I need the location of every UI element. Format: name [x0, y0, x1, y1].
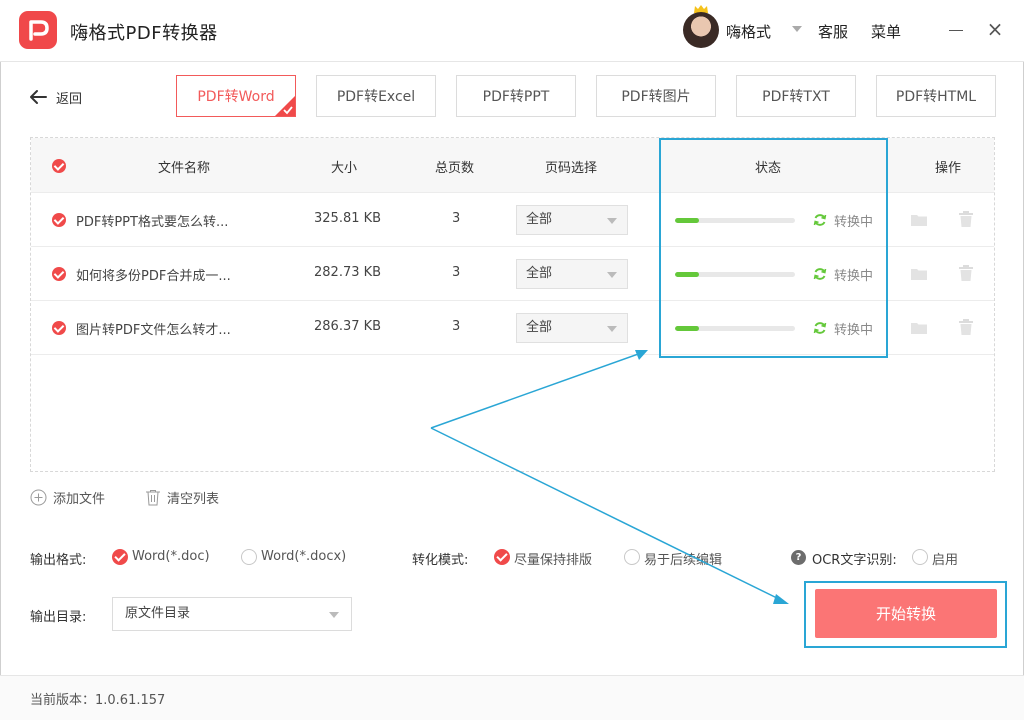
- chevron-down-icon: [607, 326, 617, 332]
- back-button[interactable]: 返回: [28, 86, 82, 108]
- app-logo-icon: [19, 11, 57, 49]
- format-doc-label[interactable]: Word(*.doc): [132, 549, 210, 564]
- file-size: 325.81 KB: [314, 211, 382, 226]
- page-range-value: 全部: [526, 212, 553, 227]
- row-checkbox[interactable]: [52, 213, 66, 227]
- mode-keep-layout-label[interactable]: 尽量保持排版: [514, 549, 592, 568]
- conversion-mode-label: 转化模式:: [412, 553, 469, 568]
- column-header-page-select: 页码选择: [545, 161, 598, 176]
- tab-label: PDF转图片: [621, 89, 691, 105]
- clear-list-label: 清空列表: [167, 492, 220, 507]
- output-format-label: 输出格式:: [30, 553, 87, 568]
- select-all-checkbox[interactable]: [52, 159, 66, 173]
- output-dir-value: 原文件目录: [125, 606, 191, 621]
- chevron-down-icon[interactable]: [792, 26, 802, 32]
- username[interactable]: 嗨格式: [726, 21, 771, 42]
- tab-pdf-to-txt[interactable]: PDF转TXT: [736, 75, 856, 117]
- version-text: 当前版本：1.0.61.157: [30, 693, 166, 708]
- ocr-label: OCR文字识别:: [812, 553, 897, 568]
- check-corner-icon: [275, 96, 295, 116]
- output-dir-label: 输出目录:: [30, 610, 87, 625]
- minimize-button[interactable]: [946, 20, 966, 40]
- folder-icon[interactable]: [910, 319, 928, 337]
- mode-keep-layout-radio[interactable]: [494, 549, 510, 565]
- row-checkbox[interactable]: [52, 267, 66, 281]
- start-convert-button[interactable]: 开始转换: [815, 589, 997, 638]
- title-bar: 嗨格式PDF转换器 嗨格式 客服 菜单 ×: [0, 0, 1024, 62]
- tab-label: PDF转Excel: [336, 89, 416, 105]
- menu-link[interactable]: 菜单: [871, 21, 901, 42]
- avatar[interactable]: [683, 12, 719, 48]
- trash-icon[interactable]: [957, 264, 975, 282]
- column-header-pages: 总页数: [435, 161, 475, 176]
- output-dir-select[interactable]: 原文件目录: [112, 597, 352, 631]
- page-range-select[interactable]: 全部: [516, 205, 628, 235]
- clear-list-button[interactable]: 清空列表: [145, 488, 219, 507]
- trash-icon: [146, 490, 160, 506]
- page-range-value: 全部: [526, 266, 553, 281]
- file-name: 图片转PDF文件怎么转才...: [76, 323, 231, 338]
- format-docx-radio[interactable]: [241, 549, 257, 565]
- format-docx-label[interactable]: Word(*.docx): [261, 549, 346, 564]
- format-doc-radio[interactable]: [112, 549, 128, 565]
- tab-pdf-to-html[interactable]: PDF转HTML: [876, 75, 996, 117]
- tab-label: PDF转HTML: [895, 89, 977, 105]
- trash-icon[interactable]: [957, 210, 975, 228]
- page-count: 3: [452, 211, 461, 226]
- mode-easy-edit-label[interactable]: 易于后续编辑: [644, 549, 722, 568]
- folder-icon[interactable]: [910, 265, 928, 283]
- page-range-value: 全部: [526, 320, 553, 335]
- file-name: 如何将多份PDF合并成一...: [76, 269, 231, 284]
- ocr-enable-label[interactable]: 启用: [932, 549, 958, 568]
- page-range-select[interactable]: 全部: [516, 313, 628, 343]
- page-count: 3: [452, 265, 461, 280]
- app-title: 嗨格式PDF转换器: [70, 23, 218, 44]
- help-icon[interactable]: ?: [791, 550, 806, 565]
- folder-icon[interactable]: [910, 211, 928, 229]
- row-checkbox[interactable]: [52, 321, 66, 335]
- tab-label: PDF转TXT: [762, 89, 830, 105]
- status-column-highlight: [659, 138, 888, 358]
- back-label: 返回: [56, 91, 83, 107]
- tab-pdf-to-ppt[interactable]: PDF转PPT: [456, 75, 576, 117]
- chevron-down-icon: [329, 612, 339, 618]
- page-count: 3: [452, 319, 461, 334]
- column-header-actions: 操作: [935, 161, 962, 176]
- tab-pdf-to-word[interactable]: PDF转Word: [176, 75, 296, 117]
- arrow-left-icon: [30, 90, 47, 104]
- plus-circle-icon: [30, 489, 47, 506]
- file-size: 282.73 KB: [314, 265, 382, 280]
- ocr-enable-radio[interactable]: [912, 549, 928, 565]
- chevron-down-icon: [607, 272, 617, 278]
- chevron-down-icon: [607, 218, 617, 224]
- tab-pdf-to-image[interactable]: PDF转图片: [596, 75, 716, 117]
- file-name: PDF转PPT格式要怎么转...: [76, 215, 229, 230]
- page-range-select[interactable]: 全部: [516, 259, 628, 289]
- status-footer: 当前版本：1.0.61.157: [0, 675, 1024, 720]
- tab-label: PDF转PPT: [482, 89, 550, 105]
- tab-label: PDF转Word: [197, 89, 275, 105]
- trash-icon[interactable]: [957, 318, 975, 336]
- tab-pdf-to-excel[interactable]: PDF转Excel: [316, 75, 436, 117]
- file-size: 286.37 KB: [314, 319, 382, 334]
- add-file-label: 添加文件: [53, 492, 106, 507]
- column-header-name: 文件名称: [158, 161, 211, 176]
- mode-easy-edit-radio[interactable]: [624, 549, 640, 565]
- add-file-button[interactable]: 添加文件: [30, 488, 105, 507]
- column-header-size: 大小: [331, 161, 358, 176]
- close-button[interactable]: ×: [985, 19, 1005, 40]
- customer-service-link[interactable]: 客服: [818, 21, 848, 42]
